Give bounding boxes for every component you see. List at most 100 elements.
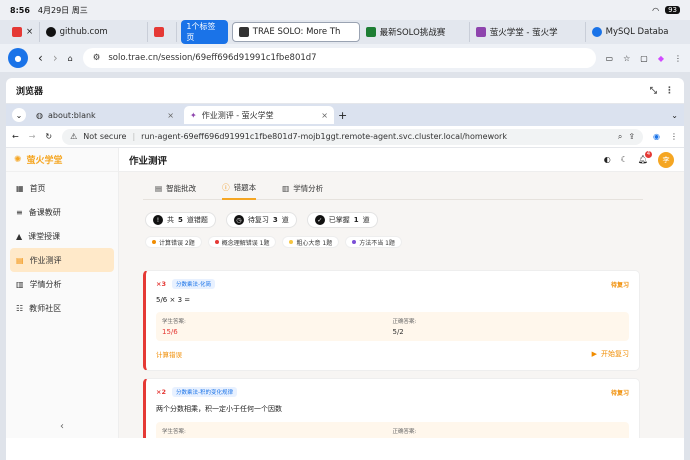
site-info-icon[interactable]: ⚙ — [93, 53, 101, 63]
battery-indicator: 93 — [665, 6, 680, 14]
panel-title: 浏览器 — [16, 87, 44, 97]
outer-tab-solo[interactable]: 最新SOLO挑战赛 — [360, 22, 470, 42]
tab-analysis[interactable]: ▥ 学情分析 — [282, 178, 323, 200]
mistake-card: ×3 分数乘法-化简 待复习 5/6 × 3 = 学生答案: 15/6 正确答案… — [143, 270, 640, 371]
outer-url-bar[interactable]: ⚙ solo.trae.cn/session/69eff696d91991c1f… — [82, 48, 596, 68]
panel-header: 浏览器 ⤡ ⋮ — [6, 78, 684, 104]
home-icon: ▦ — [16, 183, 24, 193]
tag-label: 计算错误 2题 — [159, 239, 195, 247]
outer-tab-label: 萤火学堂 - 萤火学 — [489, 28, 558, 38]
reload-icon[interactable]: ↻ — [45, 132, 52, 141]
bell-icon[interactable]: 🔔︎ 4 — [638, 151, 652, 164]
outer-tab-yinghuo[interactable]: 萤火学堂 - 萤火学 — [470, 22, 586, 42]
outer-tab-trae[interactable]: TRAE SOLO: More Th — [231, 22, 360, 42]
stat-pending: ◷ 待复习 3 道 — [225, 212, 297, 228]
graduation-cap-icon: ▲ — [16, 231, 23, 241]
tag-label: 粗心大意 1题 — [296, 239, 333, 247]
sidebar-item-homework[interactable]: ▤ 作业测评 — [10, 248, 114, 272]
inner-tab-blank[interactable]: ◍ about:blank × — [30, 106, 180, 124]
student-answer: 15/6 — [162, 328, 178, 336]
bookmark-star-icon[interactable]: ☆ — [623, 54, 630, 63]
stat-number: 5 — [178, 216, 183, 224]
outer-tab-3[interactable] — [148, 22, 178, 42]
home-icon[interactable]: ⌂ — [68, 54, 73, 63]
mistake-count: ×2 — [156, 388, 166, 396]
info-icon: ! — [153, 215, 163, 225]
firefly-icon: ✦ — [190, 110, 197, 120]
outer-tab-strip: × github.com 1个标签页 TRAE SOLO: More Th 最新… — [0, 20, 690, 44]
card-footer: 计算错误 ▶ 开始复习 — [156, 349, 629, 359]
tab-menu-icon[interactable]: ⌄ — [671, 111, 678, 120]
moon-icon[interactable]: ☾ — [621, 155, 628, 164]
share-icon[interactable]: ⇪ — [628, 132, 635, 141]
sidebar-item-label: 首页 — [29, 183, 46, 193]
sidebar-item-label: 作业测评 — [29, 255, 62, 265]
sidebar-item-lesson-prep[interactable]: ≡ 备课教研 — [10, 200, 114, 224]
outer-tab-1[interactable]: × — [6, 22, 40, 42]
more-menu-icon[interactable]: ⋮ — [674, 54, 682, 63]
inner-url-text: run-agent-69eff696d91991c1fbe801d7-mojb1… — [141, 132, 507, 141]
status-bar: 8:56 4月29日 周三 ◠ 93 — [0, 0, 690, 20]
avatar[interactable]: 李 — [658, 151, 674, 168]
check-icon: ✓ — [314, 215, 325, 225]
sidebar-item-label: 课堂授课 — [28, 231, 61, 241]
tab-close-icon[interactable]: × — [26, 27, 33, 37]
inner-url-bar[interactable]: ⚠ Not secure | run-agent-69eff696d91991c… — [62, 128, 644, 145]
sidebar-item-home[interactable]: ▦ 首页 — [10, 176, 114, 200]
stat-suffix: 道错题 — [186, 216, 208, 224]
close-icon[interactable]: × — [167, 111, 174, 120]
mistake-card: ×2 分数乘法-积的变化规律 待复习 两个分数相乘，积一定小于任何一个因数 学生… — [143, 378, 640, 438]
sidebar-item-community[interactable]: ☷ 教师社区 — [10, 296, 114, 320]
back-icon[interactable]: ← — [12, 132, 19, 141]
extension-icon[interactable]: ▢ — [640, 54, 648, 63]
tag-label: 方法不当 1题 — [359, 239, 395, 247]
tab-mistake-book[interactable]: ⓘ 错题本 — [222, 178, 257, 200]
solo-icon — [365, 27, 376, 37]
correct-answer-label: 正确答案: — [392, 319, 417, 325]
new-tab-icon[interactable]: + — [338, 109, 347, 122]
install-icon[interactable]: ▭ — [606, 54, 614, 63]
palette-icon[interactable]: ◐ — [604, 155, 611, 164]
tab-smart-grading[interactable]: ▤ 智能批改 — [155, 178, 196, 200]
tab-group-chip[interactable]: 1个标签页 — [181, 20, 228, 44]
start-review-button[interactable]: ▶ 开始复习 — [592, 349, 629, 359]
inner-more-icon[interactable]: ⋮ — [670, 132, 678, 141]
dot-icon — [214, 240, 219, 244]
inner-tab-homework[interactable]: ✦ 作业测评 - 萤火学堂 × — [184, 106, 334, 124]
outer-tab-label: MySQL Databa — [605, 27, 669, 37]
tab-label: 智能批改 — [166, 184, 197, 193]
outer-tab-label: github.com — [59, 27, 108, 37]
close-icon[interactable]: × — [321, 111, 328, 120]
tag-concept-error[interactable]: 概念理解错误 1题 — [207, 236, 277, 248]
forward-icon[interactable]: › — [53, 51, 58, 65]
error-reason: 计算错误 — [156, 351, 182, 359]
student-answer-label: 学生答案: — [162, 319, 186, 325]
brand-name: 萤火学堂 — [26, 156, 63, 166]
collapse-icon[interactable]: ⤡ — [650, 86, 657, 96]
knowledge-tag: 分数乘法-化简 — [171, 279, 215, 289]
profile-icon[interactable]: ● — [8, 48, 28, 68]
tab-list-icon[interactable]: ⌄ — [12, 108, 26, 122]
sidebar-item-classroom[interactable]: ▲ 课堂授课 — [10, 224, 114, 248]
tag-method-error[interactable]: 方法不当 1题 — [345, 236, 402, 248]
brand: ✺ 萤火学堂 — [6, 148, 118, 172]
back-icon[interactable]: ‹ — [38, 51, 43, 65]
github-icon — [45, 27, 56, 37]
tag-calc-error[interactable]: 计算错误 2题 — [145, 236, 202, 248]
error-type-tags: 计算错误 2题 概念理解错误 1题 粗心大意 1题 方法不当 1题 — [143, 236, 643, 248]
account-icon[interactable]: ◉ — [653, 132, 660, 141]
outer-tab-mysql[interactable]: MySQL Databa — [586, 22, 684, 42]
zoom-icon[interactable]: ⌕ — [618, 132, 622, 142]
youtube-icon — [153, 27, 164, 37]
outer-tab-github[interactable]: github.com — [40, 22, 148, 42]
panel-more-icon[interactable]: ⋮ — [665, 86, 674, 96]
sidebar-item-analytics[interactable]: ▥ 学情分析 — [10, 272, 114, 296]
copilot-icon[interactable]: ◆ — [658, 54, 664, 63]
stat-number: 1 — [353, 216, 359, 224]
collapse-sidebar-icon[interactable]: ‹ — [6, 421, 118, 432]
inner-tab-label: 作业测评 - 萤火学堂 — [201, 110, 274, 120]
browser-panel: 浏览器 ⤡ ⋮ ⌄ ◍ about:blank × ✦ 作业测评 - 萤火学堂 … — [6, 78, 684, 460]
clipboard-icon: ▤ — [16, 255, 24, 265]
forward-icon[interactable]: → — [29, 132, 36, 141]
tag-careless[interactable]: 粗心大意 1题 — [282, 236, 340, 248]
